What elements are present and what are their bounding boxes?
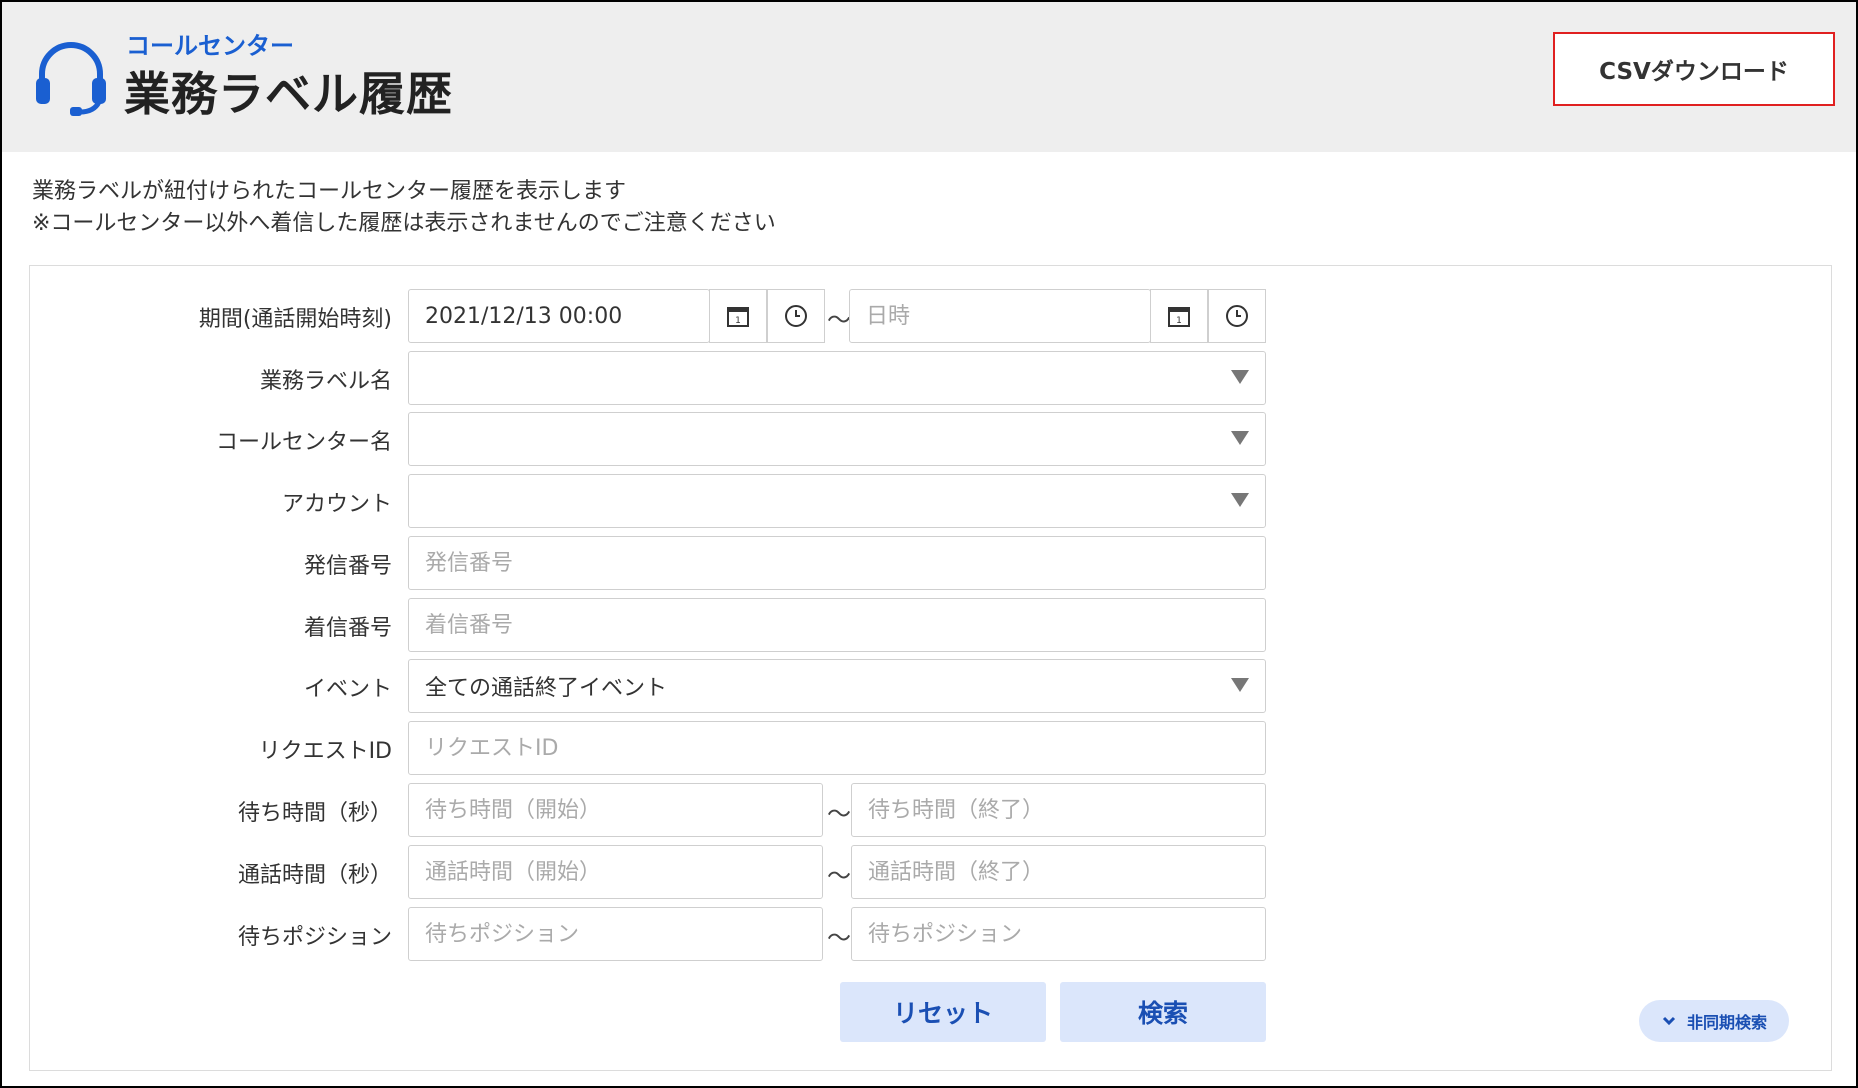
period-end-field[interactable]: [849, 289, 1151, 343]
page-description: 業務ラベルが紐付けられたコールセンター履歴を表示します ※コールセンター以外へ着…: [32, 176, 776, 240]
async-search-label: 非同期検索: [1686, 1013, 1767, 1032]
event-select[interactable]: 全ての通話終了イベント: [408, 659, 1266, 713]
wait-time-end-input[interactable]: [868, 784, 1265, 836]
wait-time-label: 待ち時間（秒）: [237, 801, 392, 826]
callee-number-input[interactable]: [425, 599, 1265, 651]
wait-time-end-field[interactable]: [851, 783, 1266, 837]
search-button[interactable]: 検索: [1060, 982, 1266, 1042]
dropdown-arrow-icon: [1231, 678, 1249, 692]
talk-time-label: 通話時間（秒）: [237, 863, 392, 888]
caller-number-label: 発信番号: [303, 554, 392, 579]
calendar-icon: 1: [727, 307, 749, 327]
business-label-label: 業務ラベル名: [259, 369, 392, 394]
callee-number-field[interactable]: [408, 598, 1266, 652]
clock-icon: [1226, 305, 1248, 327]
event-label: イベント: [303, 677, 392, 702]
period-start-input[interactable]: [425, 290, 709, 342]
svg-text:1: 1: [735, 316, 741, 326]
dropdown-arrow-icon: [1231, 493, 1249, 507]
request-id-input[interactable]: [425, 722, 1265, 774]
wait-position-label: 待ちポジション: [237, 925, 392, 950]
request-id-field[interactable]: [408, 721, 1266, 775]
call-center-label: コールセンター名: [215, 430, 392, 455]
csv-download-button[interactable]: CSVダウンロード: [1553, 32, 1835, 106]
talk-time-end-input[interactable]: [868, 846, 1265, 898]
page-header: コールセンター 業務ラベル履歴 CSVダウンロード: [2, 2, 1856, 152]
talk-time-start-field[interactable]: [408, 845, 823, 899]
period-start-field[interactable]: [408, 289, 710, 343]
period-end-time-button[interactable]: [1208, 289, 1266, 343]
request-id-label: リクエストID: [258, 739, 392, 764]
call-center-select[interactable]: [408, 412, 1266, 466]
async-search-toggle[interactable]: 非同期検索: [1639, 1000, 1789, 1042]
talk-time-separator: 〜: [827, 862, 851, 890]
caller-number-field[interactable]: [408, 536, 1266, 590]
period-start-time-button[interactable]: [767, 289, 825, 343]
talk-time-end-field[interactable]: [851, 845, 1266, 899]
headset-icon: [36, 42, 106, 116]
wait-position-start-input[interactable]: [425, 908, 822, 960]
period-end-input[interactable]: [866, 290, 1150, 342]
caller-number-input[interactable]: [425, 537, 1265, 589]
wait-position-end-field[interactable]: [851, 907, 1266, 961]
reset-button[interactable]: リセット: [840, 982, 1046, 1042]
wait-position-end-input[interactable]: [868, 908, 1265, 960]
period-label: 期間(通話開始時刻): [198, 307, 392, 332]
dropdown-arrow-icon: [1231, 370, 1249, 384]
page-title: 業務ラベル履歴: [124, 67, 453, 121]
wait-time-start-field[interactable]: [408, 783, 823, 837]
account-select[interactable]: [408, 474, 1266, 528]
wait-position-separator: 〜: [827, 924, 851, 952]
callee-number-label: 着信番号: [303, 616, 392, 641]
talk-time-start-input[interactable]: [425, 846, 822, 898]
description-line-1: 業務ラベルが紐付けられたコールセンター履歴を表示します: [32, 179, 627, 204]
description-line-2: ※コールセンター以外へ着信した履歴は表示されませんのでご注意ください: [32, 211, 776, 236]
account-label: アカウント: [281, 492, 392, 517]
wait-time-start-input[interactable]: [425, 784, 822, 836]
period-end-calendar-button[interactable]: 1: [1150, 289, 1208, 343]
business-label-select[interactable]: [408, 351, 1266, 405]
clock-icon: [785, 305, 807, 327]
calendar-icon: 1: [1168, 307, 1190, 327]
chevron-down-icon: [1662, 1016, 1676, 1026]
svg-text:1: 1: [1176, 316, 1182, 326]
period-separator: 〜: [827, 306, 851, 334]
wait-time-separator: 〜: [827, 800, 851, 828]
wait-position-start-field[interactable]: [408, 907, 823, 961]
dropdown-arrow-icon: [1231, 431, 1249, 445]
period-start-calendar-button[interactable]: 1: [709, 289, 767, 343]
event-value: 全ての通話終了イベント: [425, 676, 668, 701]
app-name: コールセンター: [126, 32, 294, 60]
